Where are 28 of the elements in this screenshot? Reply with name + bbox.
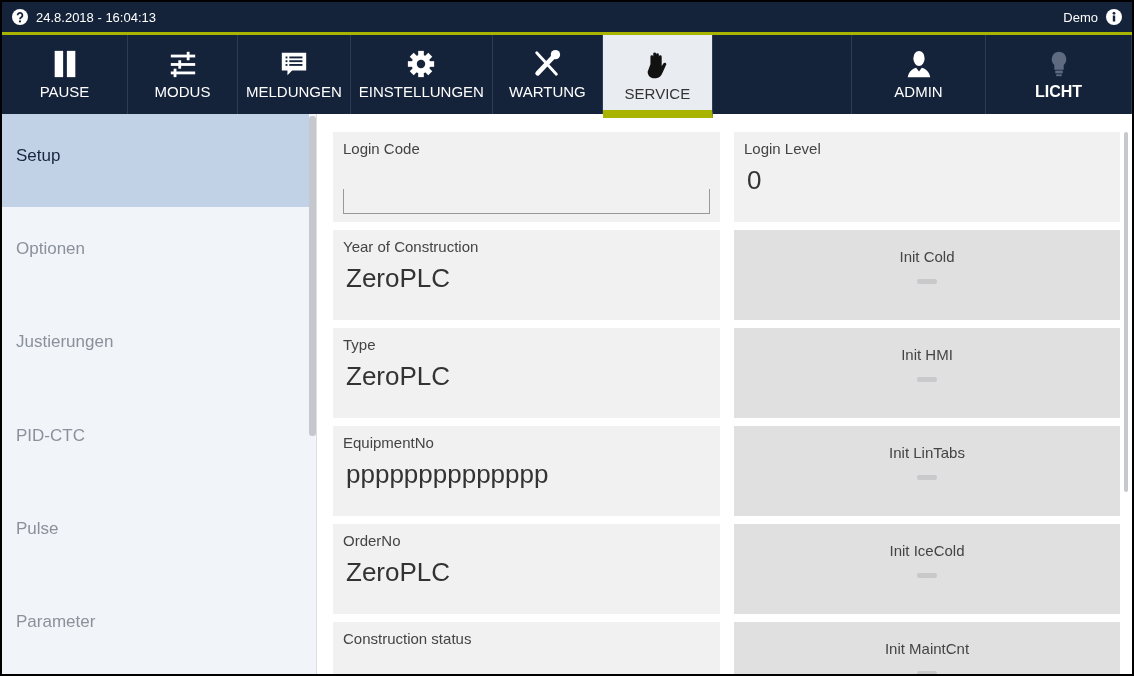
init-button[interactable]: Init LinTabs	[734, 426, 1120, 516]
init-button[interactable]: Init IceCold	[734, 524, 1120, 614]
scrollbar[interactable]	[309, 116, 316, 436]
tools-icon	[532, 49, 563, 79]
field-label: Login Level	[744, 140, 822, 157]
field-value: ZeroPLC	[345, 361, 452, 392]
help-icon[interactable]	[12, 9, 28, 25]
field-label: Login Code	[343, 140, 421, 157]
init-button[interactable]: Init MaintCnt	[734, 622, 1120, 674]
user-name: Demo	[1063, 9, 1098, 25]
login-code-input[interactable]	[343, 189, 710, 214]
date-time: 24.8.2018 - 16:04:13	[36, 9, 156, 25]
field-label: Year of Construction	[343, 238, 480, 255]
info-icon[interactable]	[1106, 9, 1122, 25]
field-value: ZeroPLC	[345, 263, 452, 294]
field-label: Construction status	[343, 630, 473, 647]
field-value: ZeroPLC	[345, 557, 452, 588]
gear-icon	[406, 49, 437, 79]
scrollbar[interactable]	[1124, 132, 1128, 492]
sidebar-item[interactable]: Setup	[2, 114, 309, 208]
field-value: pppppppppppppp	[345, 459, 550, 490]
field-label: OrderNo	[343, 532, 402, 549]
init-button[interactable]: Init HMI	[734, 328, 1120, 418]
nav-tab[interactable]: SERVICE	[602, 35, 713, 118]
field-label: Type	[343, 336, 377, 353]
field-label: EquipmentNo	[343, 434, 435, 451]
init-button[interactable]: Init Cold	[734, 230, 1120, 320]
field-value: 0	[746, 165, 763, 196]
